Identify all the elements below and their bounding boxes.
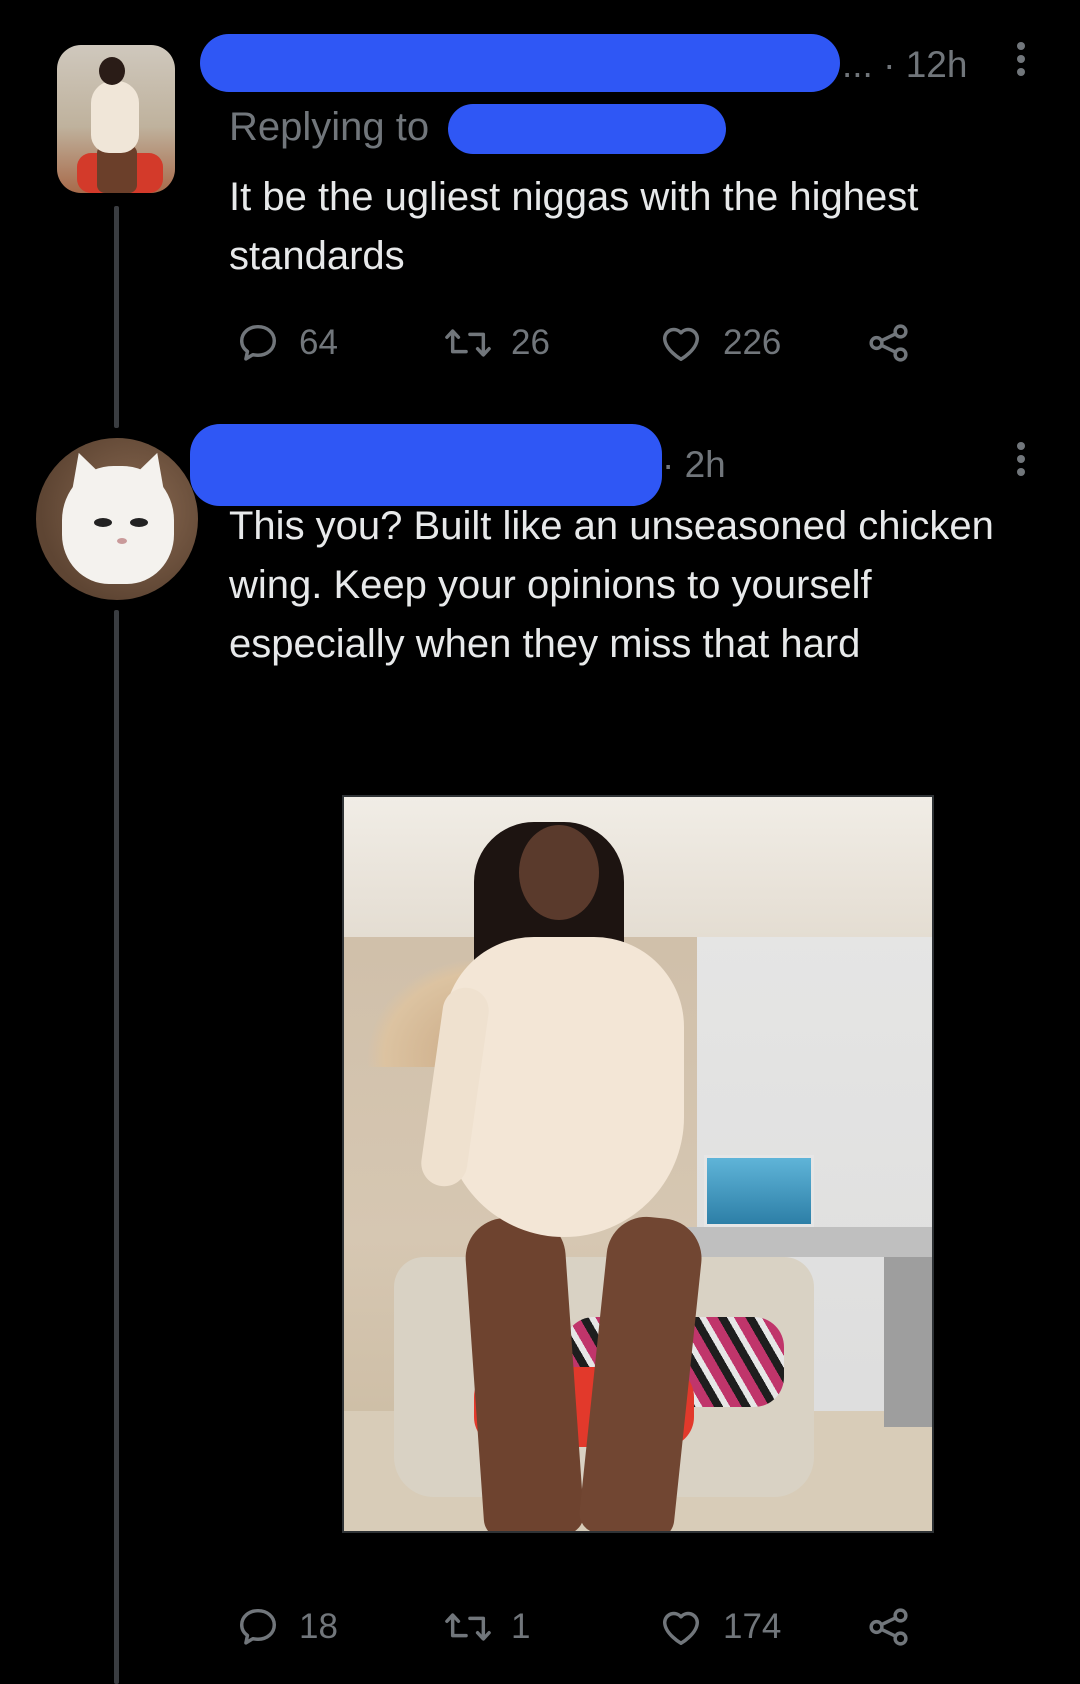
tweet-media-image[interactable] (342, 795, 934, 1533)
retweet-count: 1 (511, 1607, 531, 1646)
like-count: 226 (723, 323, 782, 362)
tweet-actions: 18 1 174 (235, 1602, 935, 1652)
retweet-icon (443, 320, 493, 366)
avatar-cat-eye (94, 518, 112, 527)
thread-connector-line (114, 206, 119, 428)
share-icon (865, 320, 913, 366)
more-options-icon[interactable] (1015, 442, 1027, 476)
reply-icon (235, 1604, 281, 1650)
tweet-meta: ... · 12h (842, 44, 967, 86)
thread-connector-line (114, 610, 119, 1684)
redacted-display-name (190, 424, 662, 506)
media-desk (684, 1227, 932, 1257)
avatar-cat-face (62, 466, 174, 584)
reply-count: 64 (299, 323, 338, 362)
share-icon (865, 1604, 913, 1650)
tweet-timestamp[interactable]: · 2h (662, 444, 726, 486)
media-person-body (444, 937, 684, 1237)
reply-button[interactable]: 18 (235, 1602, 338, 1652)
media-drawers (884, 1257, 932, 1427)
redacted-display-name (200, 34, 840, 92)
retweet-icon (443, 1604, 493, 1650)
tweet-actions: 64 26 226 (235, 318, 935, 368)
retweet-count: 26 (511, 323, 550, 362)
avatar-photo-body (91, 81, 139, 153)
media-person-head (519, 825, 599, 920)
media-ceiling (344, 797, 932, 937)
redacted-reply-handle (448, 104, 726, 154)
heart-icon (657, 320, 705, 366)
heart-icon (657, 1604, 705, 1650)
reply-icon (235, 320, 281, 366)
like-count: 174 (723, 1607, 782, 1646)
reply-count: 18 (299, 1607, 338, 1646)
retweet-button[interactable]: 1 (443, 1602, 530, 1652)
like-button[interactable]: 226 (657, 318, 781, 368)
tweet-timestamp[interactable]: · 12h (883, 44, 967, 85)
retweet-button[interactable]: 26 (443, 318, 550, 368)
avatar-cat-eye (130, 518, 148, 527)
media-monitor (704, 1155, 814, 1227)
name-truncation: ... (842, 44, 873, 85)
avatar[interactable] (57, 45, 175, 193)
avatar-photo-head (99, 57, 125, 85)
more-options-icon[interactable] (1015, 42, 1027, 76)
share-button[interactable] (865, 318, 913, 368)
tweet-text: It be the ugliest niggas with the highes… (229, 175, 919, 278)
avatar-cat-nose (117, 538, 127, 544)
replying-to-label: Replying to (229, 105, 430, 149)
avatar[interactable] (36, 438, 198, 600)
like-button[interactable]: 174 (657, 1602, 781, 1652)
share-button[interactable] (865, 1602, 913, 1652)
tweet-text: This you? Built like an unseasoned chick… (229, 504, 994, 666)
reply-button[interactable]: 64 (235, 318, 338, 368)
